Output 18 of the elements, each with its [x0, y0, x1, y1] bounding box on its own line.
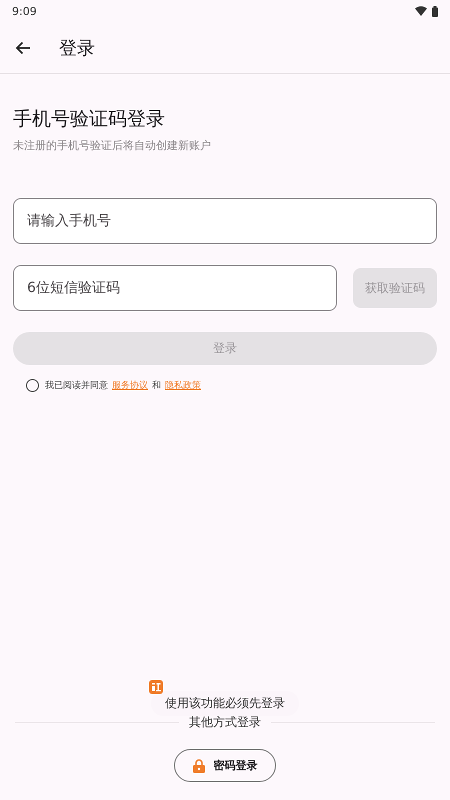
code-input-field[interactable]: 6位短信验证码: [13, 265, 337, 311]
agreement-radio[interactable]: [26, 379, 39, 392]
and-text: 和: [152, 380, 161, 392]
page-title: 登录: [59, 36, 95, 60]
agreement-text: 我已阅读并同意: [45, 380, 108, 392]
phone-input-field[interactable]: 请输入手机号: [13, 198, 437, 244]
lock-icon: [192, 758, 204, 772]
subtitle: 未注册的手机号验证后将自动创建新账户: [13, 138, 212, 153]
back-icon[interactable]: [15, 40, 31, 54]
password-login-button[interactable]: 密码登录: [174, 749, 276, 782]
status-time: 9:09: [12, 4, 37, 18]
heading: 手机号验证码登录: [13, 107, 166, 132]
privacy-policy-link[interactable]: 隐私政策: [165, 379, 201, 392]
wifi-icon: [415, 6, 427, 16]
other-methods-label: 其他方式登录: [188, 714, 262, 731]
battery-icon: [432, 6, 438, 16]
app-icon: [149, 680, 163, 694]
service-agreement-link[interactable]: 服务协议: [112, 379, 148, 392]
